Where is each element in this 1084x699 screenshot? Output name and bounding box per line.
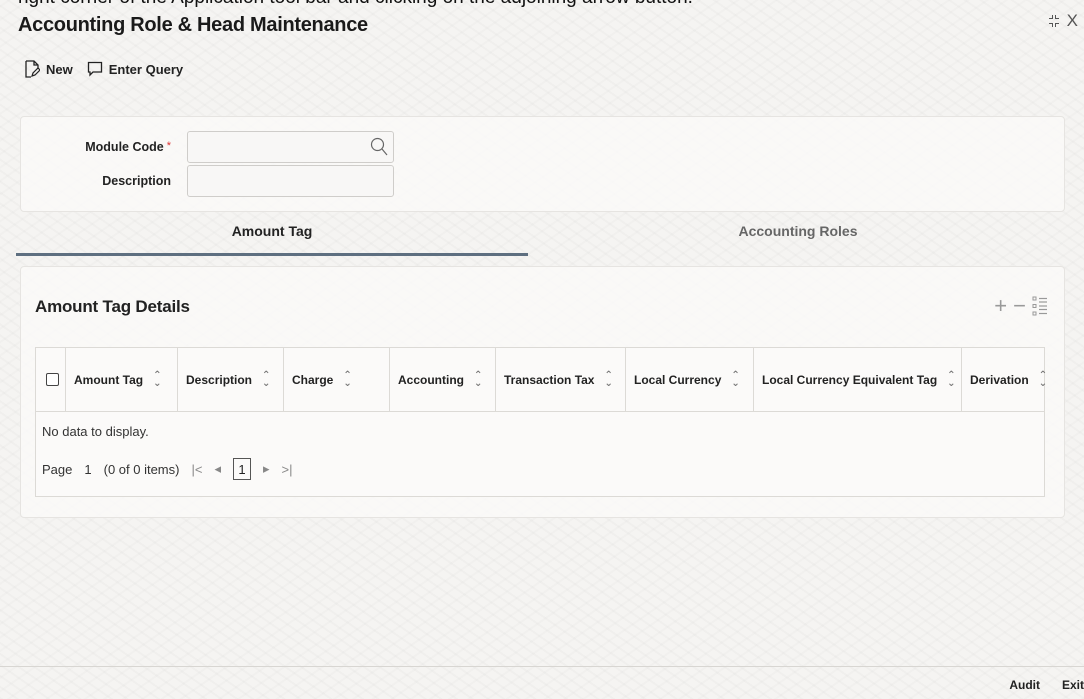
previous-page-icon[interactable]: ◂: [214, 461, 221, 477]
module-code-row: Module Code *: [21, 131, 394, 163]
amount-tag-details-panel: Amount Tag Details + − Amount Tag ⌃ ⌄ Des…: [20, 266, 1065, 518]
grid-header: Amount Tag ⌃ ⌄ Description ⌃ ⌄ Charge ⌃ ⌄ A…: [36, 348, 1047, 412]
tab-accounting-roles[interactable]: Accounting Roles: [528, 212, 1068, 256]
column-label: Accounting: [398, 372, 464, 387]
enter-query-label: Enter Query: [108, 61, 184, 77]
first-page-icon[interactable]: |<: [191, 462, 202, 477]
page-number: 1: [84, 461, 92, 477]
column-label: Derivation: [970, 372, 1029, 387]
description-label: Description: [102, 174, 171, 188]
pagination: Page 1 (0 of 0 items) |< ◂ 1 ▸ >|: [42, 458, 292, 480]
column-header-amount-tag[interactable]: Amount Tag ⌃ ⌄: [66, 348, 178, 411]
select-all-cell: [36, 348, 66, 411]
new-document-icon: [25, 60, 40, 78]
column-header-charge[interactable]: Charge ⌃ ⌄: [284, 348, 390, 411]
column-header-derivation[interactable]: Derivation ⌃ ⌄: [962, 348, 1047, 411]
column-header-accounting[interactable]: Accounting ⌃ ⌄: [390, 348, 496, 411]
sort-icon[interactable]: ⌃ ⌄: [731, 370, 739, 388]
column-label: Amount Tag: [74, 372, 144, 387]
new-button[interactable]: New: [24, 60, 73, 78]
tab-bar: Amount Tag Accounting Roles: [16, 212, 1068, 256]
single-record-view-icon[interactable]: [1032, 295, 1048, 317]
column-label: Charge: [292, 372, 334, 387]
sort-icon[interactable]: ⌃ ⌄: [1039, 370, 1047, 388]
search-icon[interactable]: [370, 137, 388, 157]
footer-buttons: Audit Exit: [1009, 678, 1084, 692]
column-label: Local Currency Equivalent Tag: [762, 372, 938, 387]
grid-actions: + −: [994, 295, 1048, 317]
sort-icon[interactable]: ⌃ ⌄: [262, 370, 270, 388]
module-code-input[interactable]: [187, 131, 394, 163]
column-header-local-currency[interactable]: Local Currency ⌃ ⌄: [626, 348, 754, 411]
last-page-icon[interactable]: >|: [282, 462, 293, 477]
description-input[interactable]: [187, 165, 394, 197]
delete-row-icon[interactable]: −: [1013, 295, 1026, 317]
current-page-box[interactable]: 1: [232, 458, 251, 480]
close-icon[interactable]: X: [1067, 12, 1078, 29]
item-count: (0 of 0 items): [103, 461, 180, 477]
window-controls: X: [1047, 12, 1078, 29]
module-code-label-wrap: Module Code *: [21, 140, 187, 154]
select-all-checkbox[interactable]: [46, 373, 59, 386]
audit-button[interactable]: Audit: [1009, 678, 1040, 692]
tab-amount-tag[interactable]: Amount Tag: [16, 212, 528, 256]
instruction-caption: right corner of the Application tool bar…: [18, 0, 693, 9]
sort-icon[interactable]: ⌃ ⌄: [604, 370, 612, 388]
header-panel: Module Code * Description: [20, 116, 1065, 212]
column-header-transaction-tax[interactable]: Transaction Tax ⌃ ⌄: [496, 348, 626, 411]
new-button-label: New: [46, 61, 73, 77]
speech-bubble-icon: [87, 61, 102, 77]
sort-icon[interactable]: ⌃ ⌄: [947, 370, 955, 388]
next-page-icon[interactable]: ▸: [263, 461, 270, 477]
sort-icon[interactable]: ⌃ ⌄: [474, 370, 482, 388]
section-title: Amount Tag Details: [35, 297, 190, 316]
module-code-wrap: [187, 131, 394, 163]
sort-icon[interactable]: ⌃ ⌄: [343, 370, 351, 388]
column-label: Description: [186, 372, 253, 387]
resize-icon[interactable]: [1047, 14, 1061, 28]
column-label: Local Currency: [634, 372, 722, 387]
enter-query-button[interactable]: Enter Query: [87, 61, 183, 77]
column-header-description[interactable]: Description ⌃ ⌄: [178, 348, 284, 411]
module-code-label: Module Code: [85, 140, 164, 154]
description-row: Description: [21, 165, 394, 197]
required-marker: *: [166, 140, 171, 152]
add-row-icon[interactable]: +: [994, 295, 1007, 317]
sort-icon[interactable]: ⌃ ⌄: [153, 370, 161, 388]
column-header-local-currency-equivalent-tag[interactable]: Local Currency Equivalent Tag ⌃ ⌄: [754, 348, 962, 411]
page-label: Page: [42, 461, 73, 477]
exit-button[interactable]: Exit: [1062, 678, 1084, 692]
amount-tag-grid: Amount Tag ⌃ ⌄ Description ⌃ ⌄ Charge ⌃ ⌄ A…: [35, 347, 1047, 497]
empty-message: No data to display.: [42, 424, 149, 439]
window-title: Accounting Role & Head Maintenance: [18, 14, 368, 36]
footer-divider: [0, 666, 1084, 667]
toolbar: New Enter Query: [24, 60, 183, 78]
column-label: Transaction Tax: [504, 372, 595, 387]
